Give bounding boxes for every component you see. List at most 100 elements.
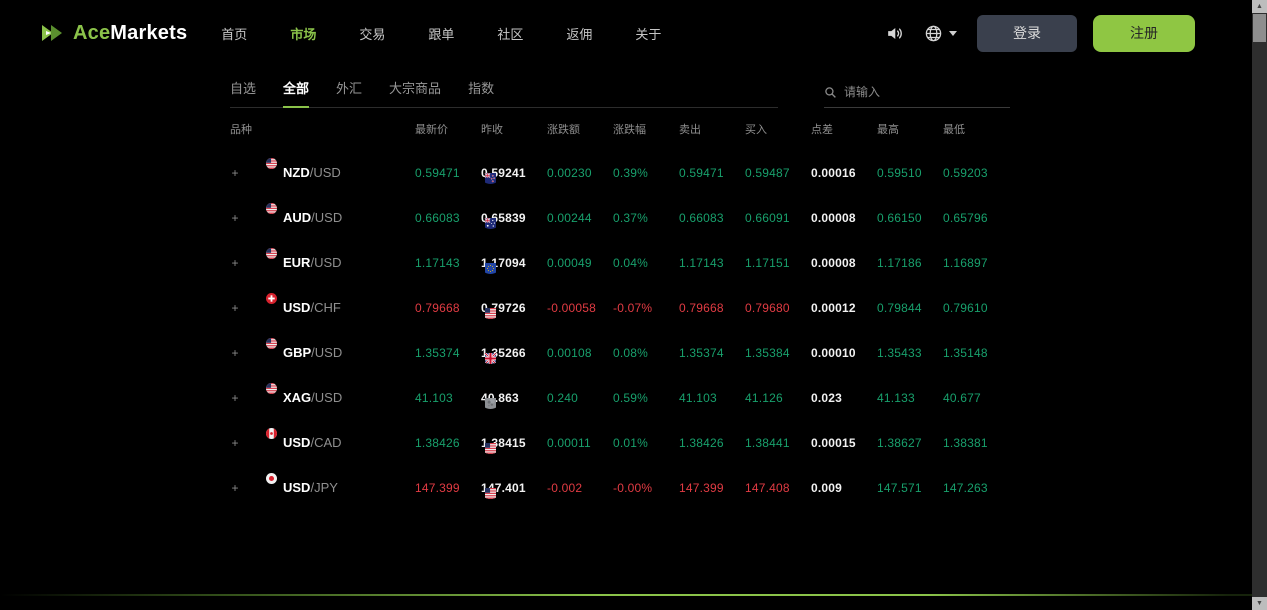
col-low: 最低 (943, 121, 1009, 137)
last-price: 0.66083 (415, 211, 481, 225)
table-row[interactable]: + NZD/USD 0.59471 0.59241 0.00230 0.39% … (230, 150, 1010, 195)
tab-all[interactable]: 全部 (283, 78, 309, 108)
table-row[interactable]: + EUR/USD 1.17143 1.17094 0.00049 0.04% … (230, 240, 1010, 285)
symbol-cell: + AUD/USD (230, 206, 415, 229)
sound-toggle[interactable] (885, 24, 904, 43)
col-buy: 买入 (745, 121, 811, 137)
symbol-search (824, 85, 1010, 108)
change-amount: 0.00244 (547, 211, 613, 225)
spread: 0.00012 (811, 301, 877, 315)
symbol-cell: + EUR/USD (230, 251, 415, 274)
change-amount: -0.00058 (547, 301, 613, 315)
quotes-table-header: 品种 最新价 昨收 涨跌额 涨跌幅 卖出 买入 点差 最高 最低 (230, 108, 1010, 150)
nav-item-about[interactable]: 关于 (635, 24, 661, 43)
page-scrollbar[interactable]: ▲ ▼ (1252, 0, 1267, 610)
sell-price: 1.38426 (679, 436, 745, 450)
markets-panel: 自选 全部 外汇 大宗商品 指数 品种 最新价 昨收 涨跌额 涨跌幅 卖出 买入… (230, 66, 1010, 510)
high-price: 0.66150 (877, 211, 943, 225)
nav-item-trade[interactable]: 交易 (359, 24, 385, 43)
change-percent: -0.07% (613, 301, 679, 315)
scrollbar-up-button[interactable]: ▲ (1252, 0, 1267, 13)
col-symbol: 品种 (230, 121, 415, 137)
symbol-cell: + NZD/USD (230, 161, 415, 184)
flag-xag-icon (479, 386, 502, 409)
nav-item-rebate[interactable]: 返佣 (566, 24, 592, 43)
symbol-cell: + USD/JPY (230, 476, 415, 499)
pair-name: NZD/USD (283, 165, 341, 180)
scrollbar-thumb[interactable] (1253, 14, 1266, 42)
tab-commodities[interactable]: 大宗商品 (389, 78, 441, 108)
spread: 0.00010 (811, 346, 877, 360)
flag-us-icon (479, 296, 502, 319)
nav-item-copy-trading[interactable]: 跟单 (428, 24, 454, 43)
low-price: 147.263 (943, 481, 1009, 495)
expand-row-icon[interactable]: + (230, 211, 240, 225)
top-navigation-bar: AceMarkets 首页 市场 交易 跟单 社区 返佣 关于 登录 注册 (0, 0, 1267, 66)
table-row[interactable]: + USD/JPY 147.399 147.401 -0.002 -0.00% … (230, 465, 1010, 510)
double-chevron-icon (40, 20, 66, 46)
high-price: 0.79844 (877, 301, 943, 315)
symbol-cell: + USD/CHF (230, 296, 415, 319)
low-price: 1.16897 (943, 256, 1009, 270)
brand-logo[interactable]: AceMarkets (40, 20, 187, 46)
search-input[interactable] (844, 85, 1010, 99)
table-row[interactable]: + USD/CAD 1.38426 1.38415 0.00011 0.01% … (230, 420, 1010, 465)
buy-price: 1.17151 (745, 256, 811, 270)
col-high: 最高 (877, 121, 943, 137)
col-last-price: 最新价 (415, 121, 481, 137)
change-amount: 0.00011 (547, 436, 613, 450)
high-price: 147.571 (877, 481, 943, 495)
symbol-cell: + GBP/USD (230, 341, 415, 364)
login-button[interactable]: 登录 (977, 15, 1077, 52)
expand-row-icon[interactable]: + (230, 166, 240, 180)
table-row[interactable]: + USD/CHF 0.79668 0.79726 -0.00058 -0.07… (230, 285, 1010, 330)
search-icon (824, 86, 837, 99)
tab-forex[interactable]: 外汇 (336, 78, 362, 108)
flag-us-badge-icon (266, 158, 277, 169)
nav-item-markets[interactable]: 市场 (290, 24, 316, 43)
pair-flags (249, 431, 274, 454)
brand-name: AceMarkets (73, 22, 187, 45)
pair-name: USD/CAD (283, 435, 342, 450)
change-percent: 0.59% (613, 391, 679, 405)
table-row[interactable]: + GBP/USD 1.35374 1.35266 0.00108 0.08% … (230, 330, 1010, 375)
pair-flags (249, 251, 274, 274)
pair-flags (249, 341, 274, 364)
expand-row-icon[interactable]: + (230, 436, 240, 450)
register-button[interactable]: 注册 (1093, 15, 1195, 52)
change-amount: -0.002 (547, 481, 613, 495)
table-row[interactable]: + XAG/USD 41.103 40.863 0.240 0.59% 41.1… (230, 375, 1010, 420)
change-percent: 0.39% (613, 166, 679, 180)
high-price: 1.38627 (877, 436, 943, 450)
scrollbar-down-button[interactable]: ▼ (1252, 597, 1267, 610)
buy-price: 1.35384 (745, 346, 811, 360)
expand-row-icon[interactable]: + (230, 346, 240, 360)
expand-row-icon[interactable]: + (230, 481, 240, 495)
language-selector[interactable] (924, 24, 957, 43)
nav-item-home[interactable]: 首页 (221, 24, 247, 43)
tab-watchlist[interactable]: 自选 (230, 78, 256, 108)
tab-indices[interactable]: 指数 (468, 78, 494, 108)
sell-price: 41.103 (679, 391, 745, 405)
nav-item-community[interactable]: 社区 (497, 24, 523, 43)
main-nav: 首页 市场 交易 跟单 社区 返佣 关于 (221, 24, 661, 43)
expand-row-icon[interactable]: + (230, 256, 240, 270)
high-price: 1.35433 (877, 346, 943, 360)
low-price: 1.38381 (943, 436, 1009, 450)
flag-ca-badge-icon (266, 428, 277, 439)
quotes-table: 品种 最新价 昨收 涨跌额 涨跌幅 卖出 买入 点差 最高 最低 + NZD/U… (230, 108, 1010, 510)
market-tabs: 自选 全部 外汇 大宗商品 指数 (230, 78, 778, 108)
table-row[interactable]: + AUD/USD 0.66083 0.65839 0.00244 0.37% … (230, 195, 1010, 240)
buy-price: 0.79680 (745, 301, 811, 315)
change-amount: 0.00230 (547, 166, 613, 180)
last-price: 0.79668 (415, 301, 481, 315)
col-spread: 点差 (811, 121, 877, 137)
low-price: 0.59203 (943, 166, 1009, 180)
expand-row-icon[interactable]: + (230, 301, 240, 315)
high-price: 0.59510 (877, 166, 943, 180)
last-price: 1.35374 (415, 346, 481, 360)
pair-flags (249, 296, 274, 319)
expand-row-icon[interactable]: + (230, 391, 240, 405)
flag-us-icon (479, 431, 502, 454)
pair-name: USD/CHF (283, 300, 341, 315)
